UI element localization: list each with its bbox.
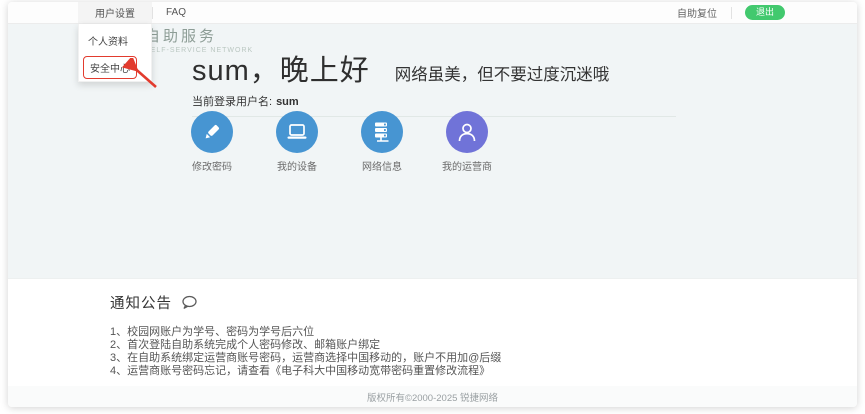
self-reset-link[interactable]: 自助复位 xyxy=(663,5,731,20)
user-settings-dropdown: 个人资料 安全中心 xyxy=(78,24,152,82)
shortcut-label: 网络信息 xyxy=(362,158,402,173)
greeting-motto: 网络虽美，但不要过度沉迷哦 xyxy=(395,61,610,85)
speech-bubble-icon xyxy=(181,295,198,310)
page-footer: 版权所有©2000-2025 锐捷网络 xyxy=(8,386,857,407)
notice-item: 4、运营商账号密码忘记，请查看《电子科大中国移动宽带密码重置修改流程》 xyxy=(110,365,857,378)
current-user-label: 当前登录用户名: xyxy=(192,96,272,108)
logout-button[interactable]: 退出 xyxy=(745,5,785,20)
app-window: 用户设置 FAQ 自助复位 退出 自助服务 SELF-SERVICE NETWO… xyxy=(8,2,857,407)
pencil-icon xyxy=(191,111,233,153)
shortcut-row: 修改密码 我的设备 xyxy=(191,111,488,173)
logo-title: 自助服务 xyxy=(145,25,253,46)
nav-divider xyxy=(731,7,732,19)
shortcut-my-carrier[interactable]: 我的运营商 xyxy=(446,111,488,173)
menu-user-settings[interactable]: 用户设置 xyxy=(78,2,152,23)
shortcut-label: 修改密码 xyxy=(192,158,232,173)
notice-item: 2、首次登陆自助系统完成个人密码修改、邮箱账户绑定 xyxy=(110,339,857,352)
notice-item: 1、校园网账户为学号、密码为学号后六位 xyxy=(110,326,857,339)
notice-title-row: 通知公告 xyxy=(110,292,857,313)
server-icon xyxy=(361,111,403,153)
shortcut-change-password[interactable]: 修改密码 xyxy=(191,111,233,173)
person-icon xyxy=(446,111,488,153)
notice-list: 1、校园网账户为学号、密码为学号后六位 2、首次登陆自助系统完成个人密码修改、邮… xyxy=(110,326,857,378)
notice-item: 3、在自助系统绑定运营商账号密码，运营商选择中国移动的，账户不用加@后缀 xyxy=(110,352,857,365)
dropdown-item-profile[interactable]: 个人资料 xyxy=(79,24,151,48)
shortcut-my-devices[interactable]: 我的设备 xyxy=(276,111,318,173)
shortcut-network-info[interactable]: 网络信息 xyxy=(361,111,403,173)
greeting-text: sum，晚上好 xyxy=(192,47,370,89)
copyright-text: 版权所有©2000-2025 锐捷网络 xyxy=(367,390,498,404)
current-user-value: sum xyxy=(276,96,299,108)
tab-faq[interactable]: FAQ xyxy=(153,2,199,23)
laptop-icon xyxy=(276,111,318,153)
notice-title: 通知公告 xyxy=(110,292,172,313)
shortcut-label: 我的运营商 xyxy=(442,158,492,173)
dropdown-item-security-center[interactable]: 安全中心 xyxy=(83,56,137,79)
navbar-left: 用户设置 FAQ xyxy=(8,2,199,23)
greeting-row: sum，晚上好 网络虽美，但不要过度沉迷哦 xyxy=(192,47,609,89)
notice-section: 通知公告 1、校园网账户为学号、密码为学号后六位 2、首次登陆自助系统完成个人密… xyxy=(8,278,857,387)
navbar-right: 自助复位 退出 xyxy=(663,2,857,23)
shortcut-label: 我的设备 xyxy=(277,158,317,173)
top-navbar: 用户设置 FAQ 自助复位 退出 xyxy=(8,2,857,24)
